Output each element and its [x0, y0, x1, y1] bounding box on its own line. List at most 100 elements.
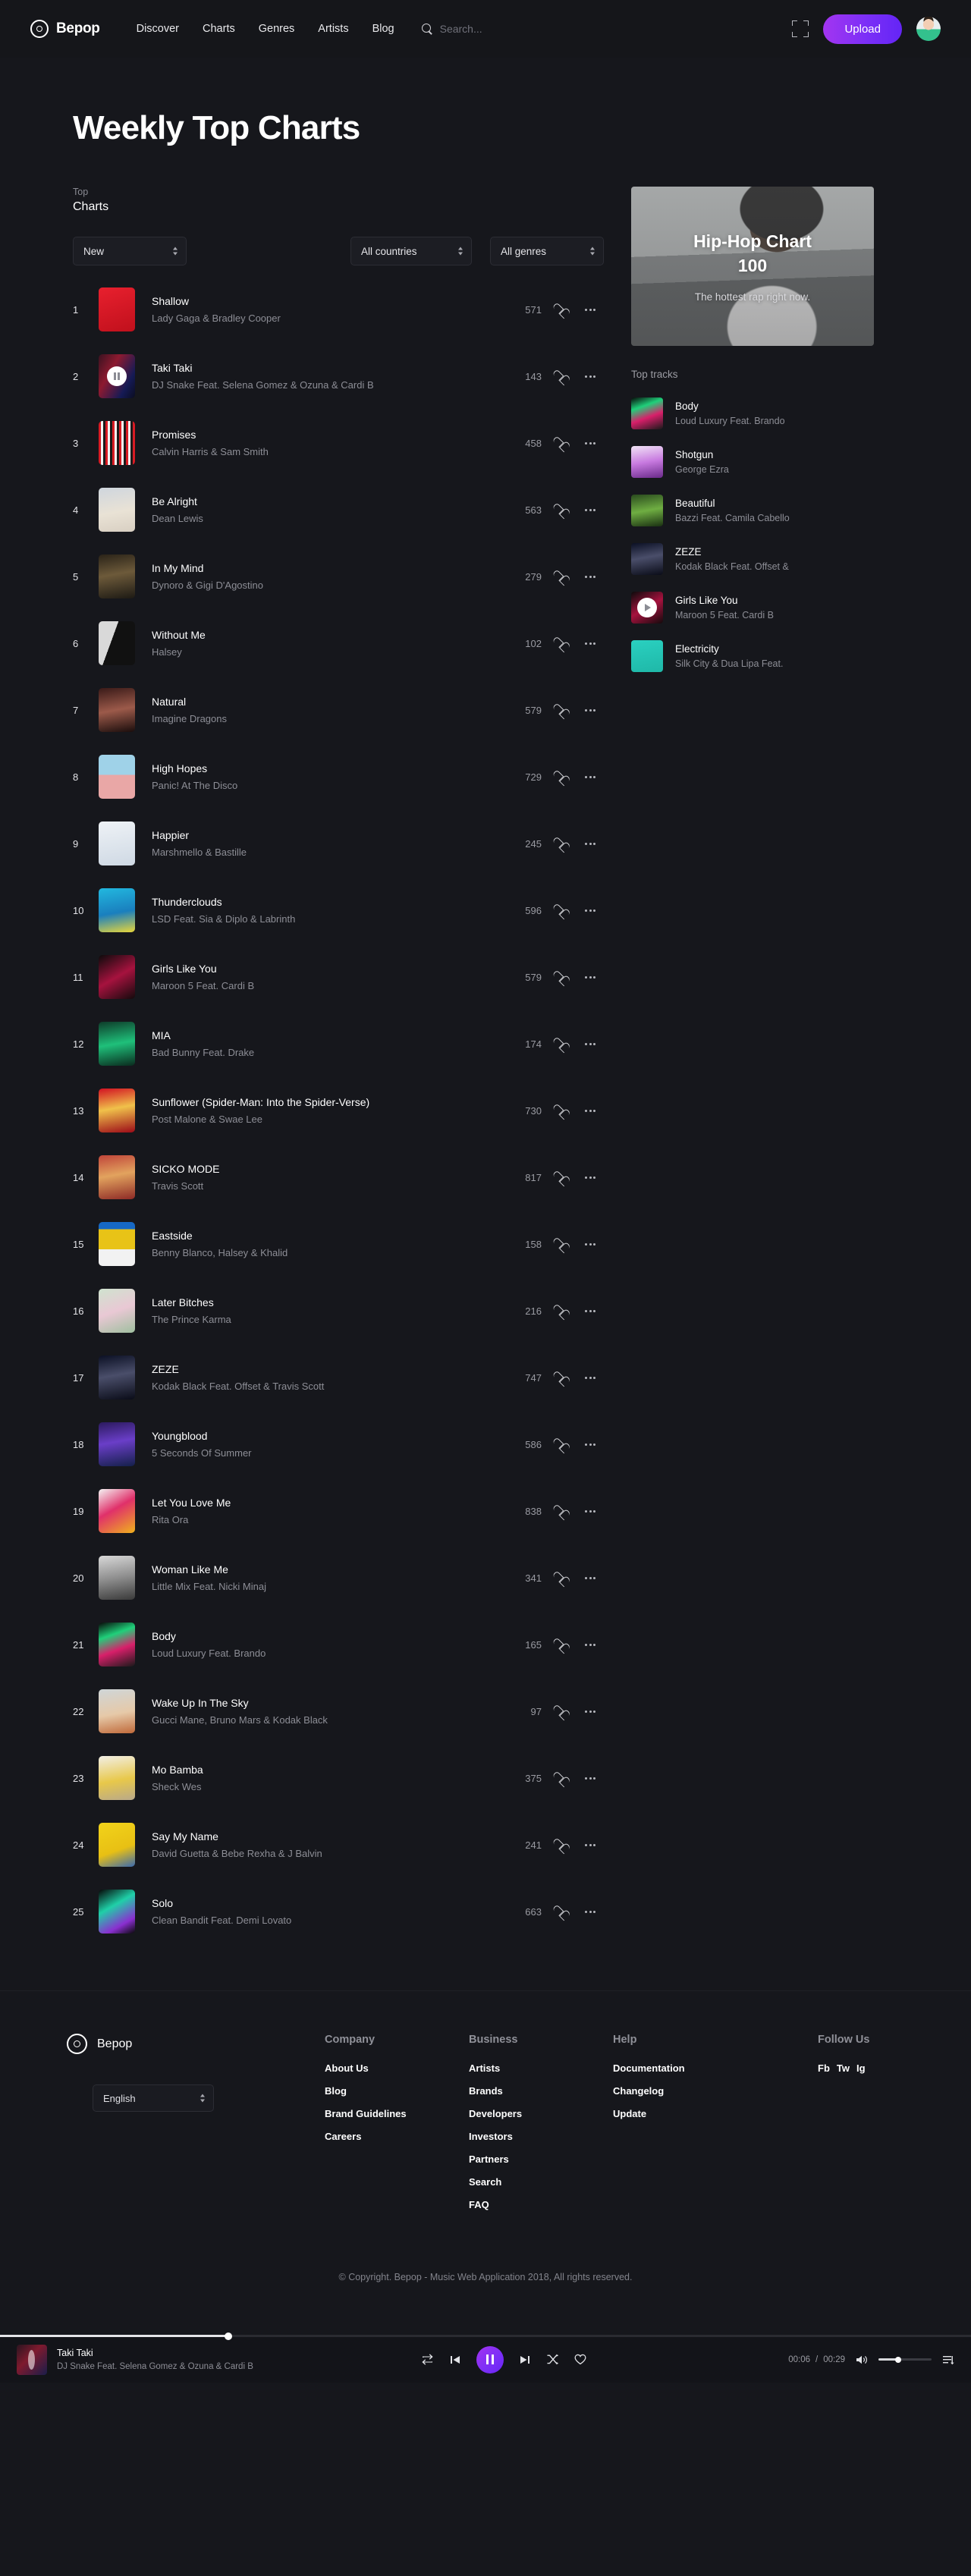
footer-link[interactable]: Investors [469, 2131, 613, 2142]
like-button[interactable] [542, 1105, 577, 1116]
more-options-button[interactable] [577, 642, 604, 645]
like-button[interactable] [542, 905, 577, 916]
top-track-item[interactable]: Girls Like You Maroon 5 Feat. Cardi B [631, 583, 874, 632]
track-row[interactable]: 17 ZEZE Kodak Black Feat. Offset & Travi… [73, 1344, 604, 1411]
track-row[interactable]: 25 Solo Clean Bandit Feat. Demi Lovato 6… [73, 1878, 604, 1945]
track-artwork[interactable] [99, 1823, 135, 1867]
previous-track-icon[interactable] [450, 2355, 460, 2365]
track-artwork[interactable] [99, 821, 135, 865]
upload-button[interactable]: Upload [823, 14, 902, 44]
track-row[interactable]: 22 Wake Up In The Sky Gucci Mane, Bruno … [73, 1678, 604, 1745]
shuffle-icon[interactable] [546, 2354, 559, 2365]
nav-item-genres[interactable]: Genres [259, 23, 295, 35]
search-box[interactable] [421, 23, 592, 35]
more-options-button[interactable] [577, 1242, 604, 1246]
country-select[interactable]: All countries [350, 237, 472, 265]
top-track-item[interactable]: ZEZE Kodak Black Feat. Offset & [631, 535, 874, 583]
track-row[interactable]: 14 SICKO MODE Travis Scott 817 [73, 1144, 604, 1211]
brand-logo[interactable]: Bepop [30, 20, 100, 38]
more-options-button[interactable] [577, 1176, 604, 1179]
nav-item-blog[interactable]: Blog [372, 23, 394, 35]
track-row[interactable]: 6 Without Me Halsey 102 [73, 610, 604, 677]
avatar[interactable] [916, 17, 941, 41]
like-button[interactable] [542, 705, 577, 715]
top-track-artwork[interactable] [631, 397, 663, 429]
like-button[interactable] [542, 438, 577, 448]
track-row[interactable]: 3 Promises Calvin Harris & Sam Smith 458 [73, 410, 604, 476]
more-options-button[interactable] [577, 308, 604, 311]
footer-link[interactable]: Blog [325, 2085, 469, 2097]
repeat-icon[interactable] [421, 2354, 434, 2365]
track-artwork[interactable] [99, 554, 135, 598]
more-options-button[interactable] [577, 1910, 604, 1913]
track-row[interactable]: 2 Taki Taki DJ Snake Feat. Selena Gomez … [73, 343, 604, 410]
like-button[interactable] [542, 1172, 577, 1183]
track-artwork[interactable] [99, 287, 135, 331]
track-artwork[interactable] [99, 488, 135, 532]
track-row[interactable]: 5 In My Mind Dynoro & Gigi D'Agostino 27… [73, 543, 604, 610]
like-button[interactable] [542, 1439, 577, 1450]
track-artwork[interactable] [99, 621, 135, 665]
social-link-tw[interactable]: Tw [837, 2062, 850, 2074]
like-button[interactable] [542, 1372, 577, 1383]
footer-link[interactable]: Brands [469, 2085, 613, 2097]
track-artwork[interactable] [99, 1756, 135, 1800]
more-options-button[interactable] [577, 1376, 604, 1379]
track-row[interactable]: 13 Sunflower (Spider-Man: Into the Spide… [73, 1077, 604, 1144]
play-overlay-button[interactable] [637, 598, 657, 617]
footer-link[interactable]: Search [469, 2176, 613, 2188]
footer-link[interactable]: Documentation [613, 2062, 818, 2074]
fullscreen-icon[interactable] [792, 20, 809, 37]
like-button[interactable] [542, 304, 577, 315]
next-track-icon[interactable] [520, 2355, 530, 2365]
track-artwork[interactable] [99, 421, 135, 465]
hip-hop-chart-banner[interactable]: Hip-Hop Chart 100 The hottest rap right … [631, 187, 874, 346]
like-button[interactable] [542, 1839, 577, 1850]
track-artwork[interactable] [99, 1489, 135, 1533]
more-options-button[interactable] [577, 1509, 604, 1513]
top-track-artwork[interactable] [631, 592, 663, 624]
track-row[interactable]: 4 Be Alright Dean Lewis 563 [73, 476, 604, 543]
top-track-artwork[interactable] [631, 446, 663, 478]
track-artwork[interactable] [99, 1022, 135, 1066]
volume-slider[interactable] [878, 2356, 932, 2363]
like-button[interactable] [542, 838, 577, 849]
like-button[interactable] [542, 1706, 577, 1717]
track-row[interactable]: 15 Eastside Benny Blanco, Halsey & Khali… [73, 1211, 604, 1277]
seek-bar[interactable] [0, 2332, 971, 2340]
like-button[interactable] [542, 371, 577, 382]
more-options-button[interactable] [577, 1309, 604, 1312]
volume-slider-handle[interactable] [895, 2356, 901, 2363]
genre-select[interactable]: All genres [490, 237, 604, 265]
track-row[interactable]: 23 Mo Bamba Sheck Wes 375 [73, 1745, 604, 1811]
more-options-button[interactable] [577, 575, 604, 578]
track-row[interactable]: 21 Body Loud Luxury Feat. Brando 165 [73, 1611, 604, 1678]
footer-link[interactable]: FAQ [469, 2199, 613, 2210]
like-button[interactable] [542, 504, 577, 515]
track-row[interactable]: 19 Let You Love Me Rita Ora 838 [73, 1478, 604, 1544]
track-row[interactable]: 11 Girls Like You Maroon 5 Feat. Cardi B… [73, 944, 604, 1010]
footer-link[interactable]: Artists [469, 2062, 613, 2074]
footer-logo[interactable]: Bepop [67, 2034, 325, 2054]
like-button[interactable] [542, 1639, 577, 1650]
top-track-item[interactable]: Body Loud Luxury Feat. Brando [631, 389, 874, 438]
track-row[interactable]: 1 Shallow Lady Gaga & Bradley Cooper 571 [73, 276, 604, 343]
track-row[interactable]: 20 Woman Like Me Little Mix Feat. Nicki … [73, 1544, 604, 1611]
more-options-button[interactable] [577, 1776, 604, 1780]
like-button[interactable] [542, 1906, 577, 1917]
more-options-button[interactable] [577, 842, 604, 845]
track-row[interactable]: 10 Thunderclouds LSD Feat. Sia & Diplo &… [73, 877, 604, 944]
track-row[interactable]: 9 Happier Marshmello & Bastille 245 [73, 810, 604, 877]
footer-link[interactable]: Developers [469, 2108, 613, 2119]
social-link-ig[interactable]: Ig [856, 2062, 866, 2074]
top-track-artwork[interactable] [631, 640, 663, 672]
track-artwork[interactable] [99, 688, 135, 732]
top-track-item[interactable]: Beautiful Bazzi Feat. Camila Cabello [631, 486, 874, 535]
language-select[interactable]: English [93, 2084, 214, 2112]
more-options-button[interactable] [577, 1710, 604, 1713]
track-artwork[interactable] [99, 1155, 135, 1199]
like-button[interactable] [542, 638, 577, 649]
footer-link[interactable]: Partners [469, 2153, 613, 2165]
track-artwork[interactable] [99, 1222, 135, 1266]
like-button[interactable] [542, 1506, 577, 1516]
